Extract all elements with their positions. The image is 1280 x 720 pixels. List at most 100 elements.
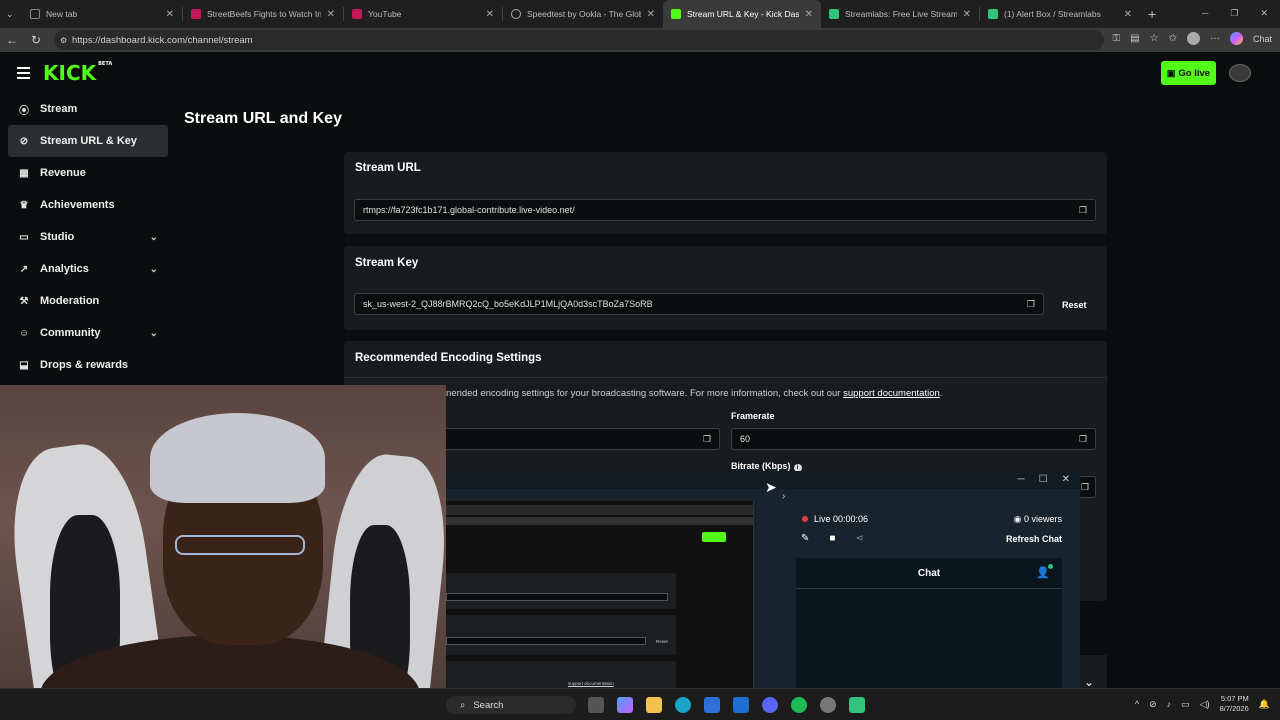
tab-kick-dashboard[interactable]: Stream URL & Key - Kick Dashboa ✕ — [663, 0, 821, 28]
chat-header: Chat 👤 — [796, 558, 1062, 589]
close-icon[interactable]: ✕ — [1124, 9, 1132, 20]
url-field[interactable]: ⚙ https://dashboard.kick.com/channel/str… — [54, 30, 1104, 50]
revenue-icon: ▦ — [19, 167, 29, 179]
chat-users-icon[interactable]: 👤 — [1036, 564, 1053, 579]
stream-icon: ⦿ — [19, 105, 29, 117]
notifications-icon[interactable]: 🔔 — [1259, 699, 1270, 710]
taskbar-search[interactable]: ⌕ Search — [446, 696, 576, 714]
close-icon[interactable]: ✕ — [1062, 474, 1070, 485]
window-controls: ─ ☐ ✕ — [1018, 474, 1070, 485]
stream-url-field[interactable]: rtmps://fa723fc1b171.global-contribute.l… — [354, 199, 1096, 221]
copy-icon[interactable]: ❐ — [1027, 299, 1035, 310]
close-icon[interactable]: ✕ — [647, 9, 655, 20]
spotify-icon[interactable] — [791, 697, 807, 713]
back-icon[interactable]: ← — [0, 33, 24, 47]
favorite-icon[interactable]: ☆ — [1150, 33, 1159, 44]
profile-icon[interactable] — [1186, 32, 1200, 45]
sidebar-item-studio[interactable]: ▭ Studio ⌄ — [0, 221, 176, 253]
sidebar: ⦿ Stream ⊘ Stream URL & Key ▦ Revenue ♛ … — [0, 93, 176, 381]
site-info-icon[interactable]: ⚙ — [60, 36, 67, 45]
outlook-icon[interactable] — [733, 697, 749, 713]
sidebar-item-revenue[interactable]: ▦ Revenue — [0, 157, 176, 189]
stream-key-title: Stream Key — [355, 257, 419, 269]
close-icon[interactable]: ✕ — [963, 9, 971, 20]
network-icon[interactable]: ▭ — [1181, 699, 1190, 710]
tab-youtube[interactable]: YouTube ✕ — [344, 0, 502, 28]
framerate-field[interactable]: 60 ❐ — [731, 428, 1096, 450]
support-documentation-link[interactable]: support documentation — [843, 388, 940, 399]
chevron-down-icon[interactable]: ⌄ — [150, 328, 158, 339]
maximize-icon[interactable]: ☐ — [1039, 474, 1048, 485]
reload-icon[interactable]: ↻ — [24, 33, 48, 47]
minimize-icon[interactable]: ─ — [1202, 8, 1208, 19]
edit-icon[interactable]: ✎ — [801, 533, 809, 544]
chevron-down-icon[interactable]: ⌄ — [1084, 675, 1094, 689]
eye-icon: ◉ — [1013, 514, 1022, 524]
streamlabs-icon — [988, 9, 998, 19]
sidebar-item-community[interactable]: ☺ Community ⌄ — [0, 317, 176, 349]
sidebar-item-moderation[interactable]: ⚒ Moderation — [0, 285, 176, 317]
streamlabs-icon — [829, 9, 839, 19]
person-cap — [150, 413, 325, 503]
close-icon[interactable]: ✕ — [1260, 8, 1268, 19]
copy-icon[interactable]: ❐ — [1079, 434, 1087, 445]
chevron-down-icon[interactable]: ⌄ — [150, 264, 158, 275]
share-icon[interactable]: ⋖ — [855, 533, 863, 544]
task-view-icon[interactable] — [588, 697, 604, 713]
copy-icon[interactable]: ❐ — [1079, 205, 1087, 216]
tab-streetbeefs[interactable]: StreetBeefs Fights to Watch Inste ✕ — [183, 0, 343, 28]
chevron-down-icon[interactable]: ⌄ — [150, 232, 158, 243]
sidebar-item-stream[interactable]: ⦿ Stream — [0, 93, 176, 125]
store-icon[interactable] — [704, 697, 720, 713]
close-icon[interactable]: ✕ — [805, 9, 813, 20]
tab-streamlabs[interactable]: Streamlabs: Free Live Streaming A ✕ — [821, 0, 979, 28]
maximize-icon[interactable]: ❐ — [1230, 8, 1238, 19]
menu-icon[interactable] — [17, 67, 30, 82]
copilot-app-icon[interactable] — [617, 697, 633, 713]
close-icon[interactable]: ✕ — [486, 9, 494, 20]
reader-icon[interactable]: ▤ — [1130, 33, 1139, 44]
minimize-icon[interactable]: ─ — [1018, 474, 1025, 485]
sidebar-item-drops-rewards[interactable]: ⬓ Drops & rewards — [0, 349, 176, 381]
streamlabs-live-panel: Live 00:00:06 ◉ 0 viewers ✎ ■ ⋖ Refresh … — [786, 501, 1076, 688]
preview-link: support documentation — [568, 681, 614, 686]
new-tab-icon — [30, 9, 40, 19]
clock[interactable]: 5:07 PM 8/7/2026 — [1220, 694, 1249, 714]
encoder-field[interactable]: ❐ — [446, 428, 720, 450]
chevron-up-icon[interactable]: ^ — [1135, 699, 1139, 709]
more-icon[interactable]: ··· — [1210, 33, 1220, 44]
camera-icon[interactable]: ■ — [829, 533, 835, 544]
avatar[interactable] — [1229, 64, 1251, 82]
copy-icon[interactable]: ❐ — [1081, 482, 1089, 493]
volume-icon[interactable]: ◁) — [1200, 699, 1210, 710]
edge-icon[interactable] — [675, 697, 691, 713]
tab-search-dropdown[interactable]: ⌄ — [0, 0, 22, 28]
sidebar-item-stream-url-key[interactable]: ⊘ Stream URL & Key — [8, 125, 168, 157]
close-icon[interactable]: ✕ — [166, 9, 174, 20]
key-icon[interactable]: ⚿ — [1113, 33, 1121, 44]
settings-icon[interactable] — [820, 697, 836, 713]
sidebar-item-analytics[interactable]: ↗ Analytics ⌄ — [0, 253, 176, 285]
copy-icon[interactable]: ❐ — [703, 434, 711, 445]
microphone-icon[interactable]: ♪ — [1167, 699, 1172, 709]
chevron-right-icon[interactable]: › — [782, 491, 785, 502]
chat-button[interactable]: Chat — [1253, 34, 1272, 44]
kick-logo[interactable]: KICK BETA — [43, 61, 112, 85]
preview-card — [446, 573, 676, 609]
sidebar-item-achievements[interactable]: ♛ Achievements — [0, 189, 176, 221]
go-live-button[interactable]: ▣ Go live — [1161, 61, 1216, 85]
stream-key-field[interactable]: sk_us-west-2_QJ88rBMRQ2cQ_bo5eKdJLP1MLjQ… — [354, 293, 1044, 315]
tab-alert-box[interactable]: (1) Alert Box / Streamlabs ✕ — [980, 0, 1140, 28]
tab-speedtest[interactable]: Speedtest by Ookla - The Global B ✕ — [503, 0, 663, 28]
collections-icon[interactable]: ✩ — [1169, 33, 1177, 44]
streamlabs-app-icon[interactable] — [849, 697, 865, 713]
file-explorer-icon[interactable] — [646, 697, 662, 713]
copilot-icon[interactable] — [1229, 32, 1243, 45]
close-icon[interactable]: ✕ — [327, 9, 335, 20]
new-tab-button[interactable]: + — [1140, 0, 1168, 28]
network-off-icon[interactable]: ⊘ — [1149, 699, 1157, 710]
reset-button[interactable]: Reset — [1062, 300, 1087, 310]
discord-icon[interactable] — [762, 697, 778, 713]
tab-new-tab[interactable]: New tab ✕ — [22, 0, 182, 28]
refresh-chat-button[interactable]: Refresh Chat — [1006, 534, 1062, 544]
